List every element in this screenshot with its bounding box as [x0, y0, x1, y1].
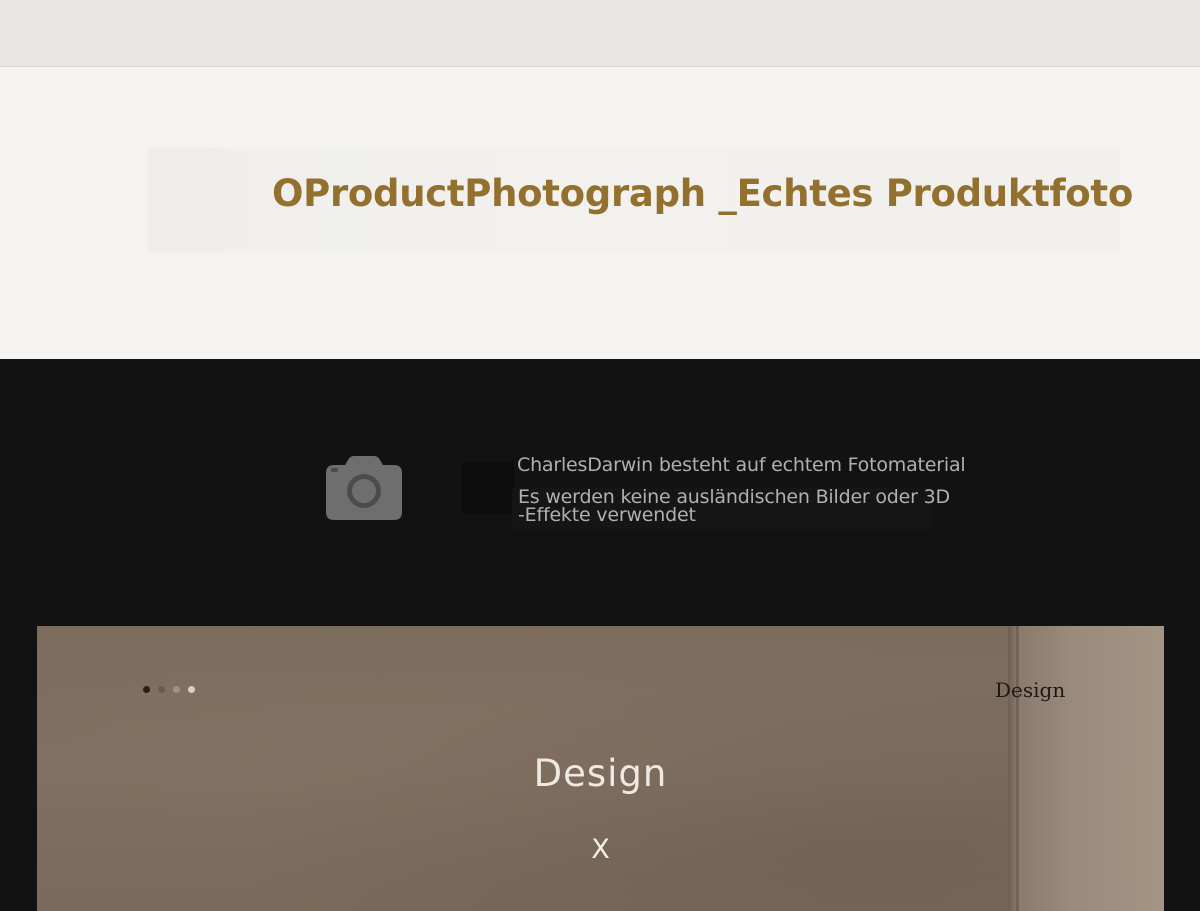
carousel-dots — [143, 686, 195, 693]
carousel-dot[interactable] — [188, 686, 195, 693]
claim-line-1: CharlesDarwin besteht auf echtem Fotomat… — [517, 454, 966, 476]
dark-patch — [462, 462, 514, 514]
carousel-dot[interactable] — [143, 686, 150, 693]
banner-tag: Design — [995, 678, 1066, 702]
design-banner: Design Design X — [37, 626, 1164, 911]
claim-line-2: Es werden keine ausländischen Bilder ode… — [518, 488, 950, 526]
banner-heading: Design — [533, 752, 668, 795]
carousel-dot[interactable] — [158, 686, 165, 693]
banner-x-label: X — [591, 834, 610, 865]
page-title: OProductPhotograph _Echtes Produktfoto — [272, 172, 1133, 215]
camera-icon — [326, 456, 402, 520]
top-bar — [0, 0, 1200, 67]
claim-line-2b: -Effekte verwendet — [518, 504, 696, 526]
carousel-dot[interactable] — [173, 686, 180, 693]
